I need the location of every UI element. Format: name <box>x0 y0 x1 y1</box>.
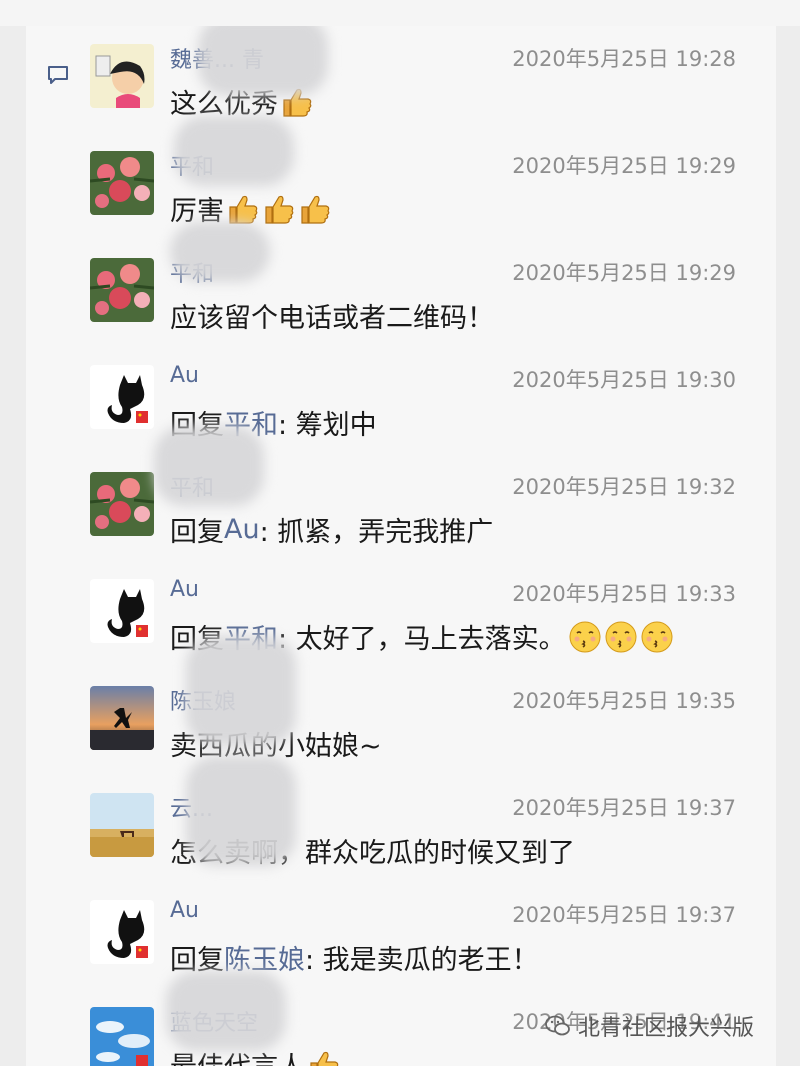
black-cat-avatar[interactable] <box>90 365 154 429</box>
timestamp: 2020年5月25日 19:29 <box>512 154 736 178</box>
thumbs-up-icon <box>262 192 296 226</box>
message-body: : 抓紧，弄完我推广 <box>259 517 494 548</box>
timestamp: 2020年5月25日 19:30 <box>512 368 736 392</box>
kissing-face-icon <box>604 620 638 654</box>
timestamp: 2020年5月25日 19:32 <box>512 475 736 499</box>
sunset-jump-avatar[interactable] <box>90 686 154 750</box>
comment-item[interactable]: 云...2020年5月25日 19:37怎么卖啊，群众吃瓜的时候又到了 <box>26 775 776 882</box>
message-body: : 我是卖瓜的老王！ <box>305 945 539 976</box>
black-cat-avatar[interactable] <box>90 579 154 643</box>
comment-item[interactable]: 平和2020年5月25日 19:29厉害 <box>26 133 776 240</box>
timestamp: 2020年5月25日 19:37 <box>512 796 736 820</box>
message-body: : 太好了，马上去落实。 <box>278 624 566 655</box>
timestamp: 2020年5月25日 19:33 <box>512 582 736 606</box>
top-strip <box>0 0 800 26</box>
sender-name[interactable]: Au <box>170 363 199 388</box>
cartoon-girl-avatar[interactable] <box>90 44 154 108</box>
privacy-blur <box>186 636 296 746</box>
blue-sky-avatar[interactable] <box>90 1007 154 1066</box>
watermark: 北青社区报大兴版 <box>544 1010 754 1042</box>
reply-to-name[interactable]: Au <box>224 514 260 545</box>
sender-name[interactable]: Au <box>170 577 199 602</box>
kissing-face-icon <box>568 620 602 654</box>
thumbs-up-icon <box>307 1048 341 1066</box>
comment-item[interactable]: 魏善... 青2020年5月25日 19:28这么优秀 <box>26 26 776 133</box>
flowers-avatar[interactable] <box>90 151 154 215</box>
message-body: : 筹划中 <box>278 410 377 441</box>
comment-item[interactable]: Au2020年5月25日 19:33回复平和: 太好了，马上去落实。 <box>26 561 776 668</box>
thumbs-up-icon <box>226 192 260 226</box>
watermark-text: 北青社区报大兴版 <box>577 1016 754 1041</box>
comment-item[interactable]: Au 2020年5月25日 19:37 回复 陈玉娘: 我是卖瓜的老王！ <box>26 882 776 989</box>
flowers-avatar[interactable] <box>90 472 154 536</box>
privacy-blur <box>154 426 264 506</box>
timestamp: 2020年5月25日 19:35 <box>512 689 736 713</box>
message-body: 应该留个电话或者二维码！ <box>170 303 494 334</box>
privacy-blur <box>170 222 270 282</box>
savanna-avatar[interactable] <box>90 793 154 857</box>
thumbs-up-icon <box>298 192 332 226</box>
comment-list[interactable]: 魏善... 青2020年5月25日 19:28这么优秀平和2020年5月25日 … <box>26 26 776 1066</box>
timestamp: 2020年5月25日 19:29 <box>512 261 736 285</box>
message-text: 回复 Au: 抓紧，弄完我推广 <box>170 510 493 549</box>
comment-item[interactable]: Au2020年5月25日 19:30回复平和: 筹划中 <box>26 347 776 454</box>
privacy-blur <box>198 26 328 96</box>
comment-item[interactable]: 陈玉娘2020年5月25日 19:35卖西瓜的小姑娘~ <box>26 668 776 775</box>
wechat-icon <box>545 1015 570 1036</box>
reply-prefix: 回复 <box>170 517 224 548</box>
black-cat-avatar[interactable] <box>90 900 154 964</box>
sender-name[interactable]: Au <box>170 898 199 923</box>
privacy-blur <box>166 971 286 1051</box>
comment-item[interactable]: 平和2020年5月25日 19:29应该留个电话或者二维码！ <box>26 240 776 347</box>
kissing-face-icon <box>640 620 674 654</box>
message-text: 应该留个电话或者二维码！ <box>170 296 494 335</box>
flowers-avatar[interactable] <box>90 258 154 322</box>
privacy-blur <box>186 756 296 866</box>
timestamp: 2020年5月25日 19:28 <box>512 47 736 71</box>
privacy-blur <box>174 116 294 186</box>
timestamp: 2020年5月25日 19:37 <box>512 903 736 927</box>
comment-item[interactable]: 平和2020年5月25日 19:32回复Au: 抓紧，弄完我推广 <box>26 454 776 561</box>
